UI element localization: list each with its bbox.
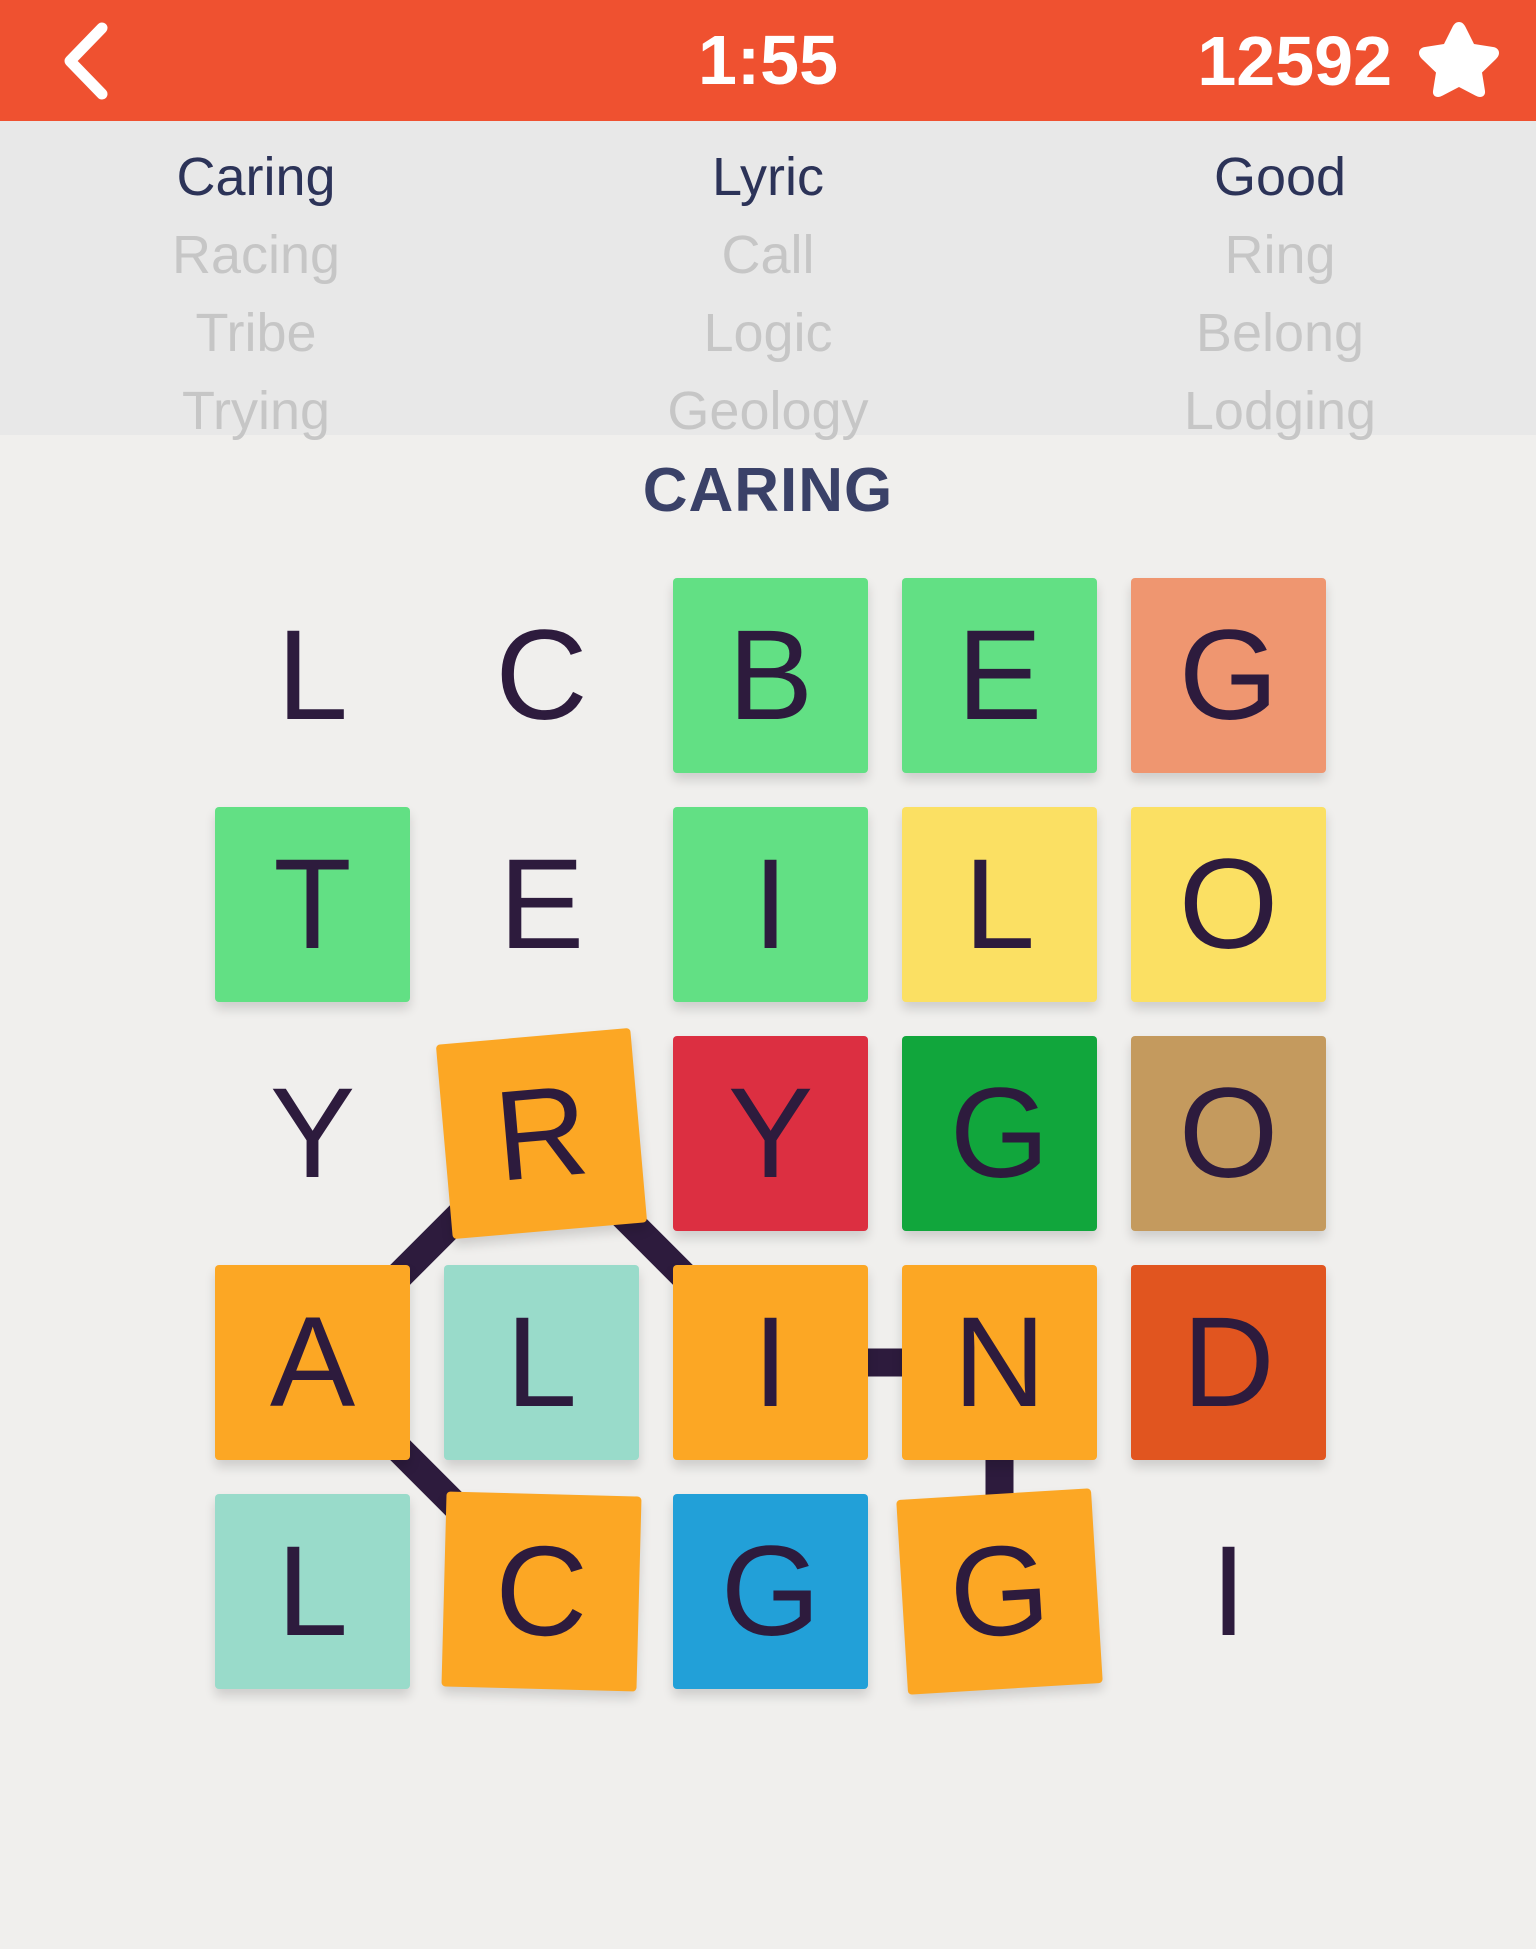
grid-cell-letter: Y — [727, 1061, 814, 1205]
word-item[interactable]: Tribe — [195, 294, 316, 372]
grid-cell-letter: L — [276, 1519, 349, 1663]
grid-cell-r3c1[interactable]: L — [444, 1265, 639, 1460]
grid-cell-letter: I — [752, 1290, 789, 1434]
letter-grid[interactable]: LCBEGTEILOYRYGOALINDLCGGI — [215, 578, 1326, 1695]
word-item[interactable]: Caring — [176, 138, 335, 216]
grid-cell-r4c0[interactable]: L — [215, 1494, 410, 1689]
grid-cell-r2c4[interactable]: O — [1131, 1036, 1326, 1231]
grid-cell-r0c1[interactable]: C — [444, 578, 639, 773]
grid-cell-letter: I — [1210, 1519, 1247, 1663]
grid-cell-letter: G — [949, 1061, 1050, 1205]
word-column-1: Caring Racing Tribe Trying — [0, 121, 512, 441]
grid-cell-letter: A — [269, 1290, 356, 1434]
grid-cell-letter: I — [752, 832, 789, 976]
word-item[interactable]: Good — [1214, 138, 1346, 216]
grid-cell-r2c0[interactable]: Y — [215, 1036, 410, 1231]
grid-cell-letter: O — [1178, 1061, 1279, 1205]
grid-cell-letter: E — [498, 832, 585, 976]
grid-cell-letter: N — [953, 1290, 1046, 1434]
grid-cell-letter: O — [1178, 832, 1279, 976]
word-item[interactable]: Logic — [703, 294, 832, 372]
grid-cell-r2c2[interactable]: Y — [673, 1036, 868, 1231]
word-column-2: Lyric Call Logic Geology — [512, 121, 1024, 441]
grid-cell-letter: T — [273, 832, 352, 976]
grid-cell-r0c3[interactable]: E — [902, 578, 1097, 773]
grid-cell-r3c0[interactable]: A — [215, 1265, 410, 1460]
grid-cell-r3c2[interactable]: I — [673, 1265, 868, 1460]
grid-cell-letter: G — [720, 1519, 821, 1663]
word-item[interactable]: Trying — [182, 372, 330, 450]
grid-cell-r0c4[interactable]: G — [1131, 578, 1326, 773]
grid-cell-letter: D — [1182, 1290, 1275, 1434]
grid-cell-r2c1[interactable]: R — [435, 1027, 648, 1240]
score-value: 12592 — [1197, 21, 1392, 100]
grid-cell-letter: Y — [269, 1061, 356, 1205]
word-item[interactable]: Lodging — [1184, 372, 1376, 450]
word-item[interactable]: Belong — [1196, 294, 1364, 372]
grid-cell-r4c2[interactable]: G — [673, 1494, 868, 1689]
grid-cell-letter: C — [495, 603, 588, 747]
grid-cell-letter: G — [1178, 603, 1279, 747]
word-item[interactable]: Geology — [667, 372, 868, 450]
grid-cell-r1c1[interactable]: E — [444, 807, 639, 1002]
grid-cell-letter: E — [956, 603, 1043, 747]
grid-cell-letter: L — [963, 832, 1036, 976]
grid-cell-letter: G — [945, 1516, 1054, 1666]
grid-cell-letter: C — [493, 1518, 590, 1664]
star-icon — [1418, 19, 1500, 102]
word-item[interactable]: Lyric — [712, 138, 824, 216]
grid-cell-r1c0[interactable]: T — [215, 807, 410, 1002]
grid-cell-letter: L — [505, 1290, 578, 1434]
grid-cell-r3c3[interactable]: N — [902, 1265, 1097, 1460]
grid-cell-r1c3[interactable]: L — [902, 807, 1097, 1002]
word-item[interactable]: Racing — [172, 216, 340, 294]
word-list-panel: Caring Racing Tribe Trying Lyric Call Lo… — [0, 121, 1536, 441]
grid-cell-letter: L — [276, 603, 349, 747]
score-area: 12592 — [1197, 0, 1500, 121]
grid-cell-letter: B — [727, 603, 814, 747]
word-item[interactable]: Call — [721, 216, 814, 294]
word-item[interactable]: Ring — [1224, 216, 1335, 294]
grid-cell-r2c3[interactable]: G — [902, 1036, 1097, 1231]
current-word-title: CARING — [642, 456, 894, 525]
grid-cell-r0c2[interactable]: B — [673, 578, 868, 773]
grid-cell-r1c4[interactable]: O — [1131, 807, 1326, 1002]
grid-cell-r0c0[interactable]: L — [215, 578, 410, 773]
grid-cell-r4c1[interactable]: C — [441, 1491, 642, 1692]
grid-cell-r3c4[interactable]: D — [1131, 1265, 1326, 1460]
grid-cell-r1c2[interactable]: I — [673, 807, 868, 1002]
grid-cell-r4c4[interactable]: I — [1131, 1494, 1326, 1689]
word-column-3: Good Ring Belong Lodging — [1024, 121, 1536, 441]
top-bar: 1:55 12592 — [0, 0, 1536, 121]
grid-cell-r4c3[interactable]: G — [896, 1488, 1103, 1695]
grid-cell-letter: R — [489, 1057, 594, 1209]
